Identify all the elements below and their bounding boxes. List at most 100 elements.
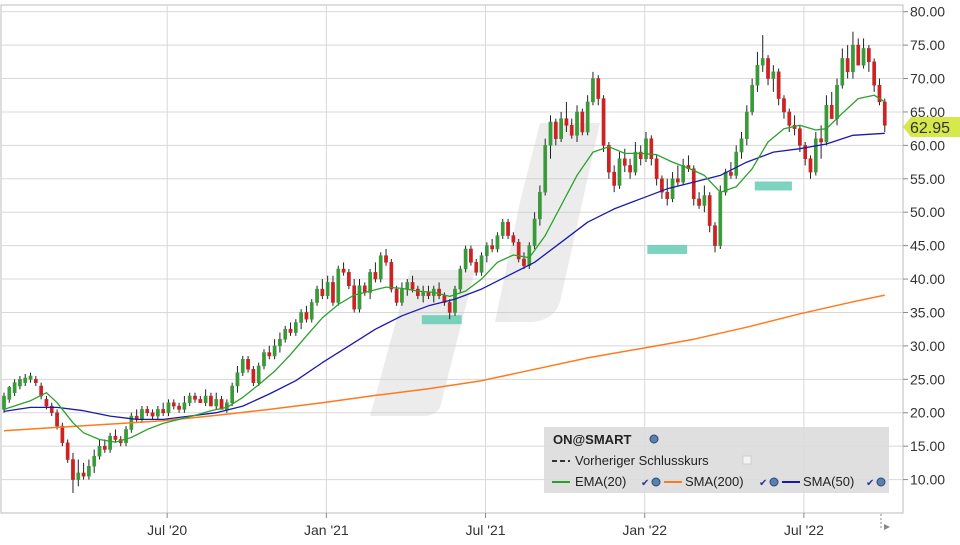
y-tick-label: 60.00 bbox=[910, 137, 945, 153]
x-tick-label: Jul '20 bbox=[147, 522, 187, 538]
candle-body bbox=[506, 221, 510, 236]
candle-body bbox=[500, 221, 505, 236]
candle-body bbox=[416, 288, 420, 297]
candle-body bbox=[453, 288, 457, 313]
candle-body bbox=[378, 255, 383, 280]
candle-body bbox=[739, 138, 744, 153]
legend-sma50-label: SMA(50) bbox=[803, 474, 854, 489]
candle-body bbox=[309, 302, 314, 320]
candle bbox=[479, 252, 484, 276]
candle-body bbox=[87, 465, 91, 477]
candle-body bbox=[447, 302, 452, 313]
candle-body bbox=[102, 445, 107, 450]
candle-body bbox=[352, 285, 357, 310]
candle-body bbox=[734, 151, 739, 176]
candle-body bbox=[325, 282, 330, 297]
candle-body bbox=[585, 101, 590, 133]
candle-body bbox=[824, 105, 829, 143]
candle-body bbox=[628, 165, 632, 173]
candle-body bbox=[293, 322, 298, 333]
y-tick-label: 75.00 bbox=[910, 37, 945, 53]
candle-body bbox=[474, 262, 479, 273]
candle-body bbox=[665, 191, 670, 200]
candle-body bbox=[187, 395, 192, 403]
candle-body bbox=[60, 425, 65, 444]
candle-body bbox=[405, 282, 410, 290]
candle-body bbox=[675, 178, 680, 183]
y-tick-label: 20.00 bbox=[910, 405, 945, 421]
candle-body bbox=[718, 191, 723, 246]
candle-body bbox=[580, 111, 585, 133]
candle-body bbox=[463, 248, 468, 270]
y-tick-label: 40.00 bbox=[910, 271, 945, 287]
candle-body bbox=[347, 272, 351, 286]
candle-body bbox=[522, 258, 526, 266]
candle-body bbox=[808, 158, 813, 173]
candle-body bbox=[596, 78, 601, 99]
candle-body bbox=[362, 285, 367, 293]
candle-body bbox=[421, 292, 426, 297]
candle-body bbox=[182, 402, 187, 410]
legend-ema20-globe-icon[interactable] bbox=[651, 477, 661, 487]
candle bbox=[378, 252, 383, 283]
candle-body bbox=[198, 399, 203, 403]
legend-ema20-check-icon[interactable]: ✔ bbox=[641, 478, 649, 489]
candle-body bbox=[156, 409, 160, 417]
candle-body bbox=[336, 268, 341, 303]
candle-body bbox=[320, 288, 325, 297]
candle bbox=[463, 245, 468, 273]
y-tick-label: 15.00 bbox=[910, 438, 945, 454]
candle bbox=[453, 285, 457, 316]
candle bbox=[230, 382, 235, 407]
candle bbox=[336, 265, 341, 306]
candle-body bbox=[856, 44, 861, 66]
candle-body bbox=[18, 379, 22, 387]
candle-body bbox=[707, 195, 712, 226]
candle-body bbox=[55, 412, 59, 427]
candle-body bbox=[644, 138, 648, 159]
candle-body bbox=[601, 98, 606, 146]
y-tick-label: 30.00 bbox=[910, 338, 945, 354]
candle bbox=[601, 95, 606, 153]
candle-body bbox=[750, 84, 754, 113]
legend-ema20-label: EMA(20) bbox=[575, 474, 626, 489]
candle-body bbox=[299, 312, 303, 323]
candle bbox=[813, 132, 818, 176]
candle-body bbox=[384, 255, 388, 263]
candle-body bbox=[670, 178, 675, 200]
candle-body bbox=[458, 268, 463, 290]
candle-body bbox=[304, 312, 309, 320]
candle-body bbox=[389, 262, 394, 290]
candle-body bbox=[612, 171, 617, 186]
candle-body bbox=[845, 58, 850, 73]
y-tick-label: 10.00 bbox=[910, 472, 945, 488]
candle-body bbox=[171, 402, 176, 407]
candle-body bbox=[787, 111, 792, 126]
support-zone bbox=[754, 181, 792, 191]
legend-previous-close-checkbox[interactable] bbox=[742, 455, 752, 465]
candle-body bbox=[538, 191, 542, 220]
candle-body bbox=[235, 372, 240, 387]
candle-body bbox=[766, 58, 770, 79]
candle-body bbox=[357, 285, 362, 310]
candle-body bbox=[246, 359, 250, 370]
legend-sma50-globe-icon[interactable] bbox=[876, 477, 886, 487]
last-price-label: 62.95 bbox=[910, 120, 950, 137]
candle-body bbox=[840, 58, 845, 86]
candle-body bbox=[214, 399, 219, 407]
candle bbox=[580, 108, 585, 136]
candle-body bbox=[368, 272, 372, 293]
candle-body bbox=[484, 245, 489, 256]
legend-sma200-globe-icon[interactable] bbox=[769, 477, 779, 487]
candle-body bbox=[755, 64, 760, 86]
candle-body bbox=[622, 158, 627, 166]
candle-body bbox=[400, 288, 404, 303]
candle-body bbox=[203, 395, 208, 403]
candle-body bbox=[262, 352, 266, 367]
candle-body bbox=[209, 395, 213, 407]
legend-globe-icon[interactable] bbox=[649, 434, 659, 444]
legend-sma200-check-icon[interactable]: ✔ bbox=[759, 478, 767, 489]
candle-body bbox=[373, 272, 378, 280]
legend-sma50-check-icon[interactable]: ✔ bbox=[866, 478, 874, 489]
candle-body bbox=[633, 151, 638, 173]
